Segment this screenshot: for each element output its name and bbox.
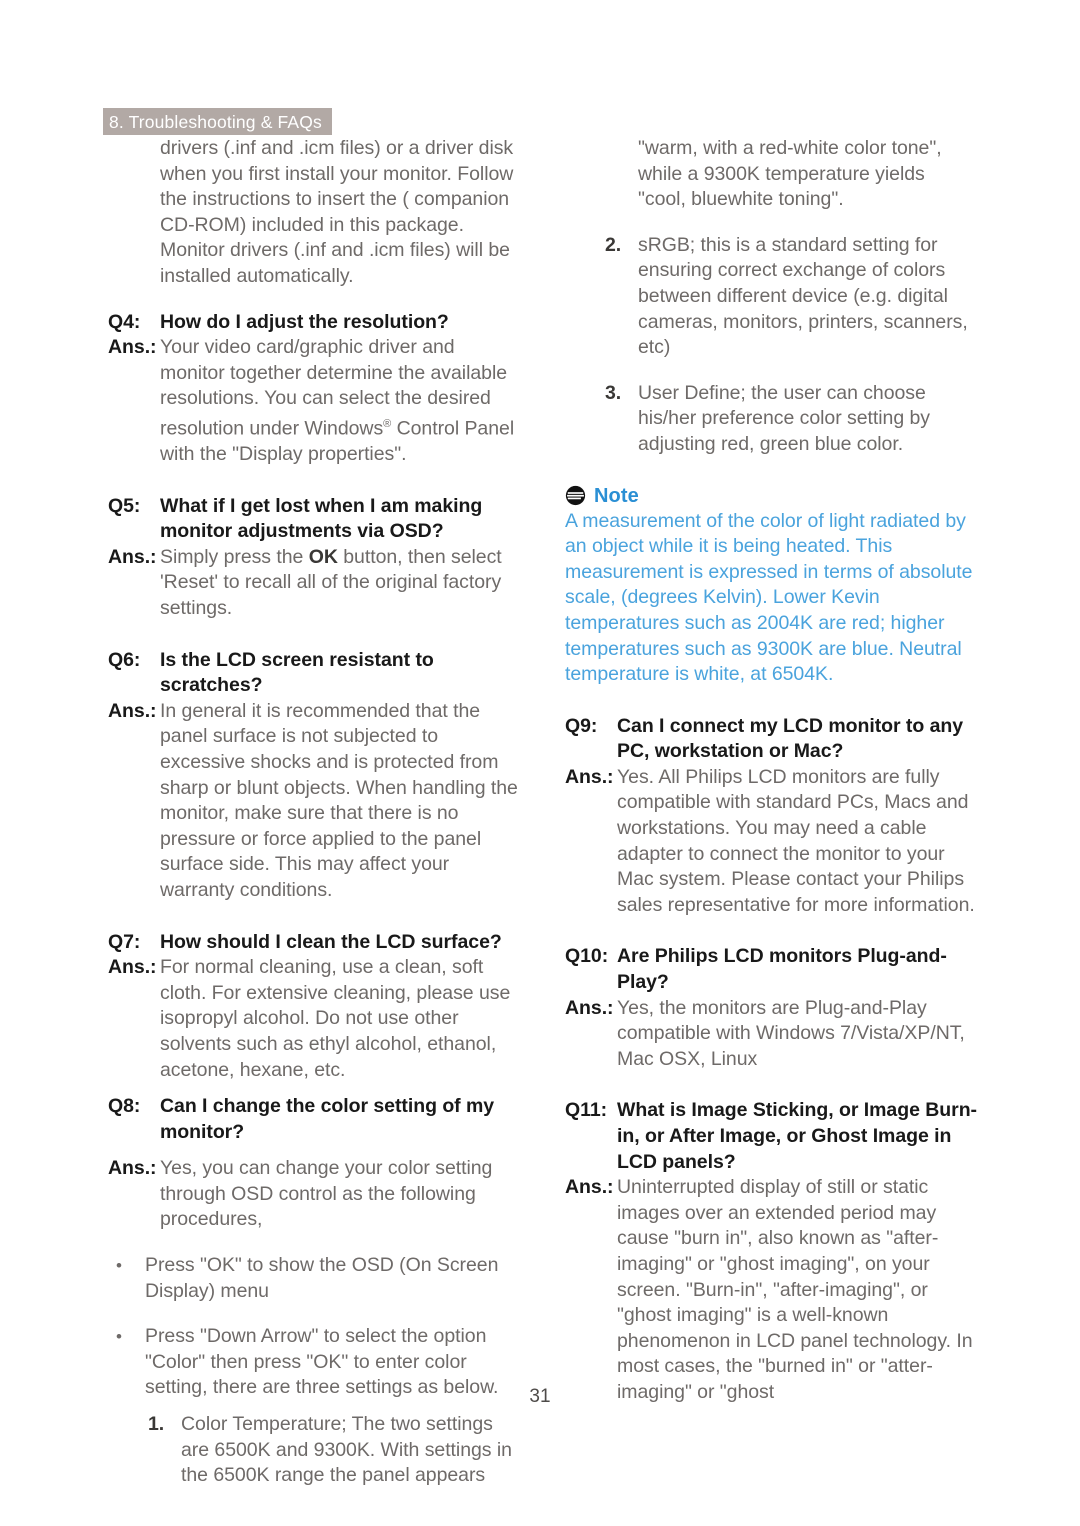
q10-question: Are Philips LCD monitors Plug-and-Play? bbox=[617, 945, 947, 994]
q9-answer: Yes. All Philips LCD monitors are fully … bbox=[617, 765, 975, 916]
list-text: sRGB; this is a standard setting for ens… bbox=[638, 233, 968, 359]
page-number: 31 bbox=[529, 1386, 551, 1407]
qa-block-q4: Q4: How do I adjust the resolution? bbox=[108, 310, 520, 336]
q6-label: Q6: bbox=[108, 648, 141, 671]
q8-ans-label: Ans.: bbox=[108, 1157, 157, 1180]
note-header: Note bbox=[565, 484, 977, 508]
q10-label: Q10: bbox=[565, 945, 609, 968]
left-column: drivers (.inf and .icm files) or a drive… bbox=[108, 136, 520, 1489]
list-text: User Define; the user can choose his/her… bbox=[638, 381, 930, 455]
q7-ans-label: Ans.: bbox=[108, 956, 157, 979]
q7-label: Q7: bbox=[108, 930, 141, 953]
q6-question: Is the LCD screen resistant to scratches… bbox=[160, 648, 434, 697]
q11-answer: Uninterrupted display of still or static… bbox=[617, 1176, 973, 1403]
right-column: "warm, with a red-white color tone", whi… bbox=[565, 136, 977, 1406]
list-text: Color Temperature; The two settings are … bbox=[181, 1413, 512, 1487]
q8-label: Q8: bbox=[108, 1095, 141, 1118]
q4-label: Q4: bbox=[108, 310, 141, 333]
q11-label: Q11: bbox=[565, 1099, 608, 1122]
list-item: 2. sRGB; this is a standard setting for … bbox=[605, 233, 977, 361]
q6-ans-label: Ans.: bbox=[108, 699, 157, 722]
q8-answer: Yes, you can change your color setting t… bbox=[160, 1157, 493, 1231]
continued-list-text: "warm, with a red-white color tone", whi… bbox=[638, 137, 942, 211]
q5-label: Q5: bbox=[108, 494, 141, 517]
note-title: Note bbox=[594, 484, 639, 507]
q7-answer: For normal cleaning, use a clean, soft c… bbox=[160, 956, 511, 1081]
list-item: 1. Color Temperature; The two settings a… bbox=[148, 1412, 520, 1489]
q10-answer: Yes, the monitors are Plug-and-Play comp… bbox=[617, 996, 965, 1070]
continued-list-item: "warm, with a red-white color tone", whi… bbox=[605, 136, 977, 213]
bullet-text: Press "OK" to show the OSD (On Screen Di… bbox=[145, 1254, 499, 1302]
document-page: 8. Troubleshooting & FAQs drivers (.inf … bbox=[0, 0, 1080, 1526]
list-number: 3. bbox=[605, 381, 622, 404]
list-number: 2. bbox=[605, 233, 622, 256]
q6-answer: In general it is recommended that the pa… bbox=[160, 699, 518, 901]
q5-question: What if I get lost when I am making moni… bbox=[160, 494, 483, 543]
section-header-tab: 8. Troubleshooting & FAQs bbox=[103, 108, 332, 135]
q4-ans-label: Ans.: bbox=[108, 336, 157, 359]
bullet-icon: • bbox=[116, 1256, 122, 1276]
note-block: Note A measurement of the color of light… bbox=[565, 484, 977, 688]
qa-block-q10: Q10: Are Philips LCD monitors Plug-and-P… bbox=[565, 944, 977, 995]
note-body: A measurement of the color of light radi… bbox=[565, 509, 973, 686]
q8-question: Can I change the color setting of my mon… bbox=[160, 1095, 495, 1143]
q9-question: Can I connect my LCD monitor to any PC, … bbox=[617, 714, 964, 763]
qa-block-q9: Q9: Can I connect my LCD monitor to any … bbox=[565, 714, 977, 765]
ans-block-q9: Ans.: Yes. All Philips LCD monitors are … bbox=[565, 765, 977, 919]
ans-block-q4: Ans.: Your video card/graphic driver and… bbox=[108, 335, 520, 467]
ans-block-q10: Ans.: Yes, the monitors are Plug-and-Pla… bbox=[565, 996, 977, 1073]
qa-block-q8: Q8: Can I change the color setting of my… bbox=[108, 1094, 520, 1145]
ans-block-q5: Ans.: Simply press the OK button, then s… bbox=[108, 545, 520, 622]
q5-answer-pre: Simply press the bbox=[160, 545, 309, 568]
q9-label: Q9: bbox=[565, 714, 598, 737]
ans-block-q7: Ans.: For normal cleaning, use a clean, … bbox=[108, 955, 520, 1083]
ans-block-q8: Ans.: Yes, you can change your color set… bbox=[108, 1156, 520, 1233]
q10-ans-label: Ans.: bbox=[565, 996, 614, 1019]
list-number: 1. bbox=[148, 1413, 165, 1436]
qa-block-q6: Q6: Is the LCD screen resistant to scrat… bbox=[108, 648, 520, 699]
q4-answer: Your video card/graphic driver and monit… bbox=[160, 335, 520, 467]
q4-question: How do I adjust the resolution? bbox=[160, 310, 449, 333]
q11-ans-label: Ans.: bbox=[565, 1176, 614, 1199]
note-icon bbox=[565, 485, 586, 506]
q9-ans-label: Ans.: bbox=[565, 765, 614, 788]
q11-question: What is Image Sticking, or Image Burn-in… bbox=[617, 1099, 977, 1173]
ans-block-q11: Ans.: Uninterrupted display of still or … bbox=[565, 1175, 977, 1405]
qa-block-q11: Q11: What is Image Sticking, or Image Bu… bbox=[565, 1098, 977, 1175]
qa-block-q5: Q5: What if I get lost when I am making … bbox=[108, 494, 520, 545]
qa-block-q7: Q7: How should I clean the LCD surface? bbox=[108, 930, 520, 956]
ok-button-token: OK bbox=[308, 545, 338, 568]
list-item: • Press "OK" to show the OSD (On Screen … bbox=[108, 1253, 520, 1304]
q5-answer: Simply press the OK button, then select … bbox=[160, 545, 520, 622]
list-number-placeholder bbox=[605, 136, 638, 213]
list-item: 3. User Define; the user can choose his/… bbox=[605, 381, 977, 458]
q7-question: How should I clean the LCD surface? bbox=[160, 930, 502, 953]
q5-ans-label: Ans.: bbox=[108, 545, 157, 568]
ans-block-q6: Ans.: In general it is recommended that … bbox=[108, 699, 520, 904]
continued-paragraph: drivers (.inf and .icm files) or a drive… bbox=[160, 137, 514, 287]
